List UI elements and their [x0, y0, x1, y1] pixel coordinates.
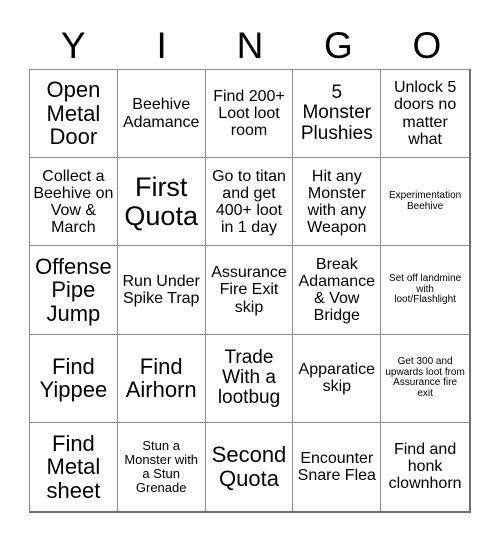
bingo-cell[interactable]: Get 300 and upwards loot from Assurance … [381, 334, 469, 423]
bingo-cell-label: Stun a Monster with a Stun Grenade [124, 438, 199, 495]
bingo-cell-label: Unlock 5 doors no matter what [393, 79, 457, 148]
bingo-cell-label: Find Airhorn [125, 353, 197, 403]
bingo-cell-label: 5 Monster Plushies [300, 82, 373, 144]
bingo-grid: Open Metal Door Beehive Adamance Find 20… [29, 69, 471, 513]
bingo-cell-label: First Quota [124, 171, 198, 231]
bingo-cell[interactable]: Second Quota [205, 422, 294, 511]
bingo-cell[interactable]: Go to titan and get 400+ loot in 1 day [205, 158, 294, 247]
bingo-cell-label: Apparatice skip [298, 361, 376, 396]
bingo-cell-label: Collect a Beehive on Vow & March [33, 167, 114, 236]
bingo-cell-label: Assurance Fire Exit skip [211, 264, 287, 316]
bingo-cell-label: Offense Pipe Jump [35, 253, 112, 326]
bingo-cell[interactable]: Experimentation Beehive [381, 158, 469, 247]
bingo-cell[interactable]: Find and honk clownhorn [381, 422, 469, 511]
bingo-cell-label: Set off landmine with loot/Flashlight [389, 272, 462, 306]
bingo-cell-label: Beehive Adamance [122, 96, 200, 131]
bingo-cell-label: Find Metal sheet [46, 430, 101, 503]
bingo-cell[interactable]: Apparatice skip [293, 334, 382, 423]
bingo-cell[interactable]: Find Yippee [30, 334, 118, 423]
bingo-cell-label: Second Quota [211, 442, 287, 491]
bingo-cell[interactable]: Trade With a lootbug [205, 334, 294, 423]
bingo-cell-label: Encounter Snare Flea [297, 449, 376, 484]
bingo-cell-label: Break Adamance & Vow Bridge [298, 255, 376, 325]
bingo-cell-label: Go to titan and get 400+ loot in 1 day [212, 167, 286, 236]
bingo-cell[interactable]: Stun a Monster with a Stun Grenade [117, 422, 206, 511]
header-letter-2: N [236, 25, 264, 66]
bingo-cell[interactable]: Find Airhorn [117, 334, 206, 423]
bingo-cell[interactable]: Beehive Adamance [117, 70, 206, 159]
bingo-cell-label: Hit any Monster with any Weapon [307, 167, 367, 236]
bingo-cell[interactable]: Break Adamance & Vow Bridge [293, 246, 382, 335]
header-letter-1: I [156, 25, 167, 66]
bingo-cell-label: Trade With a lootbug [217, 346, 281, 409]
bingo-cell[interactable]: Open Metal Door [30, 70, 118, 159]
bingo-cell[interactable]: Encounter Snare Flea [293, 422, 382, 511]
bingo-cell[interactable]: First Quota [117, 158, 206, 247]
bingo-cell-label: Find 200+ Loot loot room [213, 87, 285, 140]
bingo-cell[interactable]: Assurance Fire Exit skip [205, 246, 294, 335]
header-letter-3: G [324, 25, 353, 66]
bingo-cell[interactable]: Find Metal sheet [30, 422, 118, 511]
bingo-cell[interactable]: 5 Monster Plushies [293, 70, 382, 159]
bingo-cell-label: Run Under Spike Trap [122, 272, 200, 307]
bingo-cell[interactable]: Set off landmine with loot/Flashlight [381, 246, 469, 335]
bingo-cell-label: Get 300 and upwards loot from Assurance … [385, 355, 465, 399]
header-letter-0: Y [60, 25, 86, 66]
bingo-cell[interactable]: Collect a Beehive on Vow & March [30, 158, 118, 247]
bingo-cell[interactable]: Hit any Monster with any Weapon [293, 158, 382, 247]
bingo-cell[interactable]: Offense Pipe Jump [30, 246, 118, 335]
bingo-cell[interactable]: Run Under Spike Trap [117, 246, 206, 335]
bingo-card: Y I N G O Open Metal Door Beehive Adaman… [0, 0, 500, 544]
bingo-cell-label: Experimentation Beehive [388, 190, 462, 212]
bingo-cell-label: Find Yippee [39, 353, 108, 403]
bingo-header-row: Y I N G O [29, 22, 471, 69]
header-letter-4: O [412, 25, 442, 66]
bingo-cell-label: Open Metal Door [46, 77, 101, 150]
bingo-cell[interactable]: Unlock 5 doors no matter what [381, 70, 469, 159]
bingo-cell[interactable]: Find 200+ Loot loot room [205, 70, 294, 159]
bingo-cell-label: Find and honk clownhorn [388, 441, 462, 493]
